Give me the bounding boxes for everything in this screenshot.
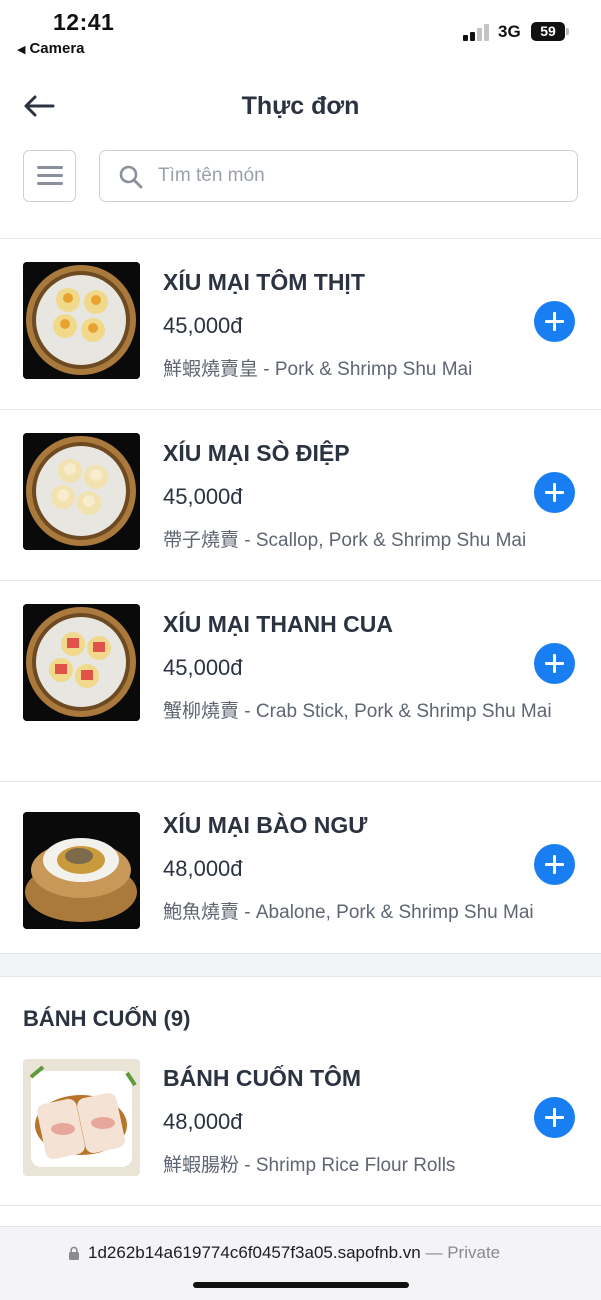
back-triangle-icon: ◀ <box>17 44 26 56</box>
divider <box>0 1205 601 1206</box>
add-to-cart-button[interactable] <box>534 643 575 684</box>
menu-item[interactable]: XÍU MẠI TÔM THỊT 45,000đ 鮮蝦燒賣皇 - Pork & … <box>0 239 601 409</box>
item-description: 鮮蝦燒賣皇 - Pork & Shrimp Shu Mai <box>163 359 473 380</box>
item-name: XÍU MẠI THANH CUA <box>163 611 393 637</box>
menu-item[interactable]: BÁNH CUỐN TÔM 48,000đ 鮮蝦腸粉 - Shrimp Rice… <box>0 1035 601 1205</box>
menu-item[interactable]: XÍU MẠI SÒ ĐIỆP 45,000đ 帶子燒賣 - Scallop, … <box>0 410 601 580</box>
item-price: 45,000đ <box>163 484 243 509</box>
item-image <box>23 262 140 379</box>
battery-icon: 59 <box>531 22 569 41</box>
add-to-cart-button[interactable] <box>534 301 575 342</box>
section-separator <box>0 953 601 977</box>
menu-item[interactable]: XÍU MẠI BÀO NGƯ 48,000đ 鮑魚燒賣 - Abalone, … <box>0 782 601 953</box>
item-name: XÍU MẠI BÀO NGƯ <box>163 812 368 838</box>
item-price: 48,000đ <box>163 1109 243 1134</box>
item-description: 帶子燒賣 - Scallop, Pork & Shrimp Shu Mai <box>163 530 527 551</box>
lock-icon <box>69 1246 79 1260</box>
item-price: 45,000đ <box>163 313 243 338</box>
item-price: 45,000đ <box>163 655 243 680</box>
network-type: 3G <box>498 22 521 41</box>
menu-item[interactable]: XÍU MẠI THANH CUA 45,000đ 蟹柳燒賣 - Crab St… <box>0 581 601 781</box>
category-menu-button[interactable] <box>23 150 76 202</box>
home-indicator[interactable] <box>193 1282 409 1288</box>
item-image <box>23 812 140 929</box>
item-price: 48,000đ <box>163 856 243 881</box>
add-to-cart-button[interactable] <box>534 844 575 885</box>
add-to-cart-button[interactable] <box>534 1097 575 1138</box>
url-text: 1d262b14a619774c6f0457f3a05.sapofnb.vn —… <box>88 1243 500 1263</box>
item-description: 蟹柳燒賣 - Crab Stick, Pork & Shrimp Shu Mai <box>163 701 552 722</box>
item-name: XÍU MẠI SÒ ĐIỆP <box>163 440 350 466</box>
item-name: BÁNH CUỐN TÔM <box>163 1065 362 1091</box>
browser-url-bar[interactable]: 1d262b14a619774c6f0457f3a05.sapofnb.vn —… <box>0 1226 601 1300</box>
item-image <box>23 604 140 721</box>
url-domain: 1d262b14a619774c6f0457f3a05.sapofnb.vn <box>88 1243 421 1262</box>
status-bar: 12:41 ◀ Camera 3G 59 <box>0 0 601 62</box>
hamburger-icon <box>37 166 63 169</box>
item-name: XÍU MẠI TÔM THỊT <box>163 269 365 295</box>
status-time: 12:41 <box>53 9 115 35</box>
item-image <box>23 1059 140 1176</box>
search-input[interactable] <box>158 151 568 200</box>
add-to-cart-button[interactable] <box>534 472 575 513</box>
page-title: Thực đơn <box>241 92 360 120</box>
url-privacy: — Private <box>420 1243 501 1262</box>
category-title: BÁNH CUỐN (9) <box>23 1006 191 1031</box>
search-box[interactable] <box>99 150 578 202</box>
back-to-camera-link[interactable]: ◀ Camera <box>17 40 85 57</box>
item-description: 鮑魚燒賣 - Abalone, Pork & Shrimp Shu Mai <box>163 902 534 923</box>
cellular-signal-icon <box>463 24 491 41</box>
back-to-app-label: Camera <box>29 40 85 57</box>
search-icon <box>119 165 143 189</box>
item-image <box>23 433 140 550</box>
item-description: 鮮蝦腸粉 - Shrimp Rice Flour Rolls <box>163 1155 456 1176</box>
page-header: Thực đơn <box>0 80 601 136</box>
